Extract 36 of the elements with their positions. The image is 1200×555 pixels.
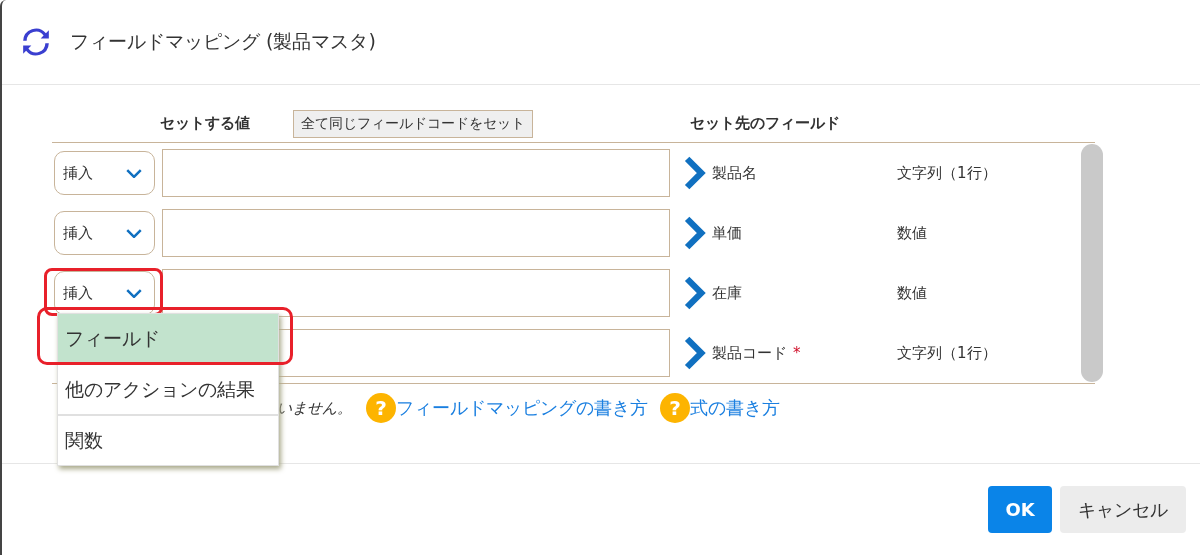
help-icon: ? [366, 393, 396, 423]
chevron-down-icon [126, 168, 142, 178]
chevron-right-icon [684, 275, 706, 311]
field-name: 製品コード * [712, 343, 802, 363]
column-heading: セットする値 [160, 114, 251, 133]
field-name: 製品名 [712, 163, 758, 183]
field-name: 在庫 [712, 283, 743, 303]
mode-select[interactable]: 挿入 [54, 211, 155, 255]
set-all-button[interactable]: 全て同じフィールドコードをセット [293, 109, 533, 138]
field-type: 数値 [897, 223, 927, 243]
mode-select[interactable]: 挿入 [54, 151, 155, 195]
chevron-right-icon [684, 335, 706, 371]
help-icon: ? [660, 393, 690, 423]
dropdown-option[interactable]: フィールド [58, 314, 278, 365]
ok-button[interactable]: OK [988, 486, 1052, 533]
help-link[interactable]: フィールドマッピングの書き方 [396, 396, 648, 420]
cancel-button[interactable]: キャンセル [1060, 486, 1186, 533]
note-text: いません。 [277, 398, 352, 418]
help-link[interactable]: 式の書き方 [690, 396, 780, 420]
column-heading: セット先のフィールド [690, 114, 840, 133]
value-input[interactable] [162, 149, 670, 197]
dialog-title: フィールドマッピング (製品マスタ) [70, 29, 376, 54]
field-name: 単価 [712, 223, 743, 243]
scrollbar[interactable] [1081, 144, 1103, 382]
field-type: 文字列（1行） [897, 343, 997, 363]
chevron-down-icon [126, 228, 142, 238]
field-type: 数値 [897, 283, 927, 303]
dropdown-option[interactable]: 関数 [58, 416, 278, 465]
dropdown-option[interactable]: 他のアクションの結果 [58, 365, 278, 416]
chevron-right-icon [684, 155, 706, 191]
value-input[interactable] [162, 209, 670, 257]
field-type: 文字列（1行） [897, 163, 997, 183]
sync-icon [22, 28, 50, 56]
chevron-down-icon [126, 288, 142, 298]
value-input[interactable] [162, 269, 670, 317]
chevron-right-icon [684, 215, 706, 251]
